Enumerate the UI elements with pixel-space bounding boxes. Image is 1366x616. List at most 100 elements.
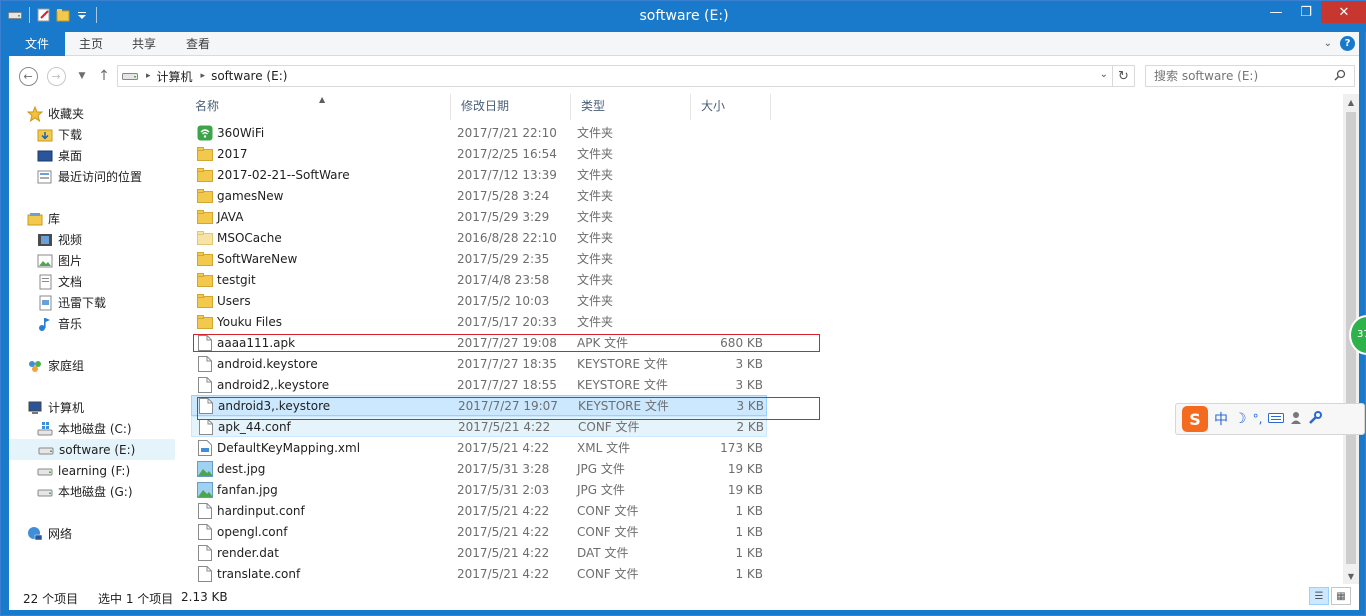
nav-downloads[interactable]: 下载 — [37, 124, 207, 145]
refresh-button[interactable]: ↻ — [1113, 65, 1135, 87]
file-date: 2017/5/21 4:22 — [457, 503, 550, 518]
content-area: 收藏夹 下载 桌面 最近访问的位置 库 视频 图片 文档 迅雷下载 音乐 家庭组… — [9, 94, 1359, 584]
address-bar[interactable]: ▸ 计算机 ▸ software (E:) ⌄ — [117, 65, 1113, 87]
forward-button[interactable]: → — [45, 65, 67, 87]
search-icon[interactable] — [1334, 69, 1346, 84]
file-row[interactable]: 360WiFi 2017/7/21 22:10 文件夹 — [185, 122, 785, 143]
maximize-button[interactable]: ❐ — [1291, 1, 1321, 23]
file-date: 2017/5/29 2:35 — [457, 251, 550, 266]
wrench-icon[interactable] — [1308, 410, 1323, 428]
search-input[interactable] — [1154, 69, 1334, 83]
file-name-cell: MSOCache — [197, 230, 282, 246]
file-row[interactable]: hardinput.conf 2017/5/21 4:22 CONF 文件 1 KB — [185, 500, 785, 521]
file-row[interactable]: dest.jpg 2017/5/31 3:28 JPG 文件 19 KB — [185, 458, 785, 479]
file-name-cell: translate.conf — [197, 565, 300, 582]
address-dropdown-icon[interactable]: ⌄ — [1100, 69, 1108, 80]
help-icon[interactable]: ? — [1340, 36, 1355, 51]
scroll-up-icon[interactable]: ▲ — [1343, 94, 1359, 110]
file-name-cell: android.keystore — [197, 355, 318, 372]
nav-computer[interactable]: 计算机 — [27, 397, 197, 418]
column-header-size[interactable]: 大小 — [691, 94, 771, 120]
file-row[interactable]: 2017 2017/2/25 16:54 文件夹 — [185, 143, 785, 164]
nav-videos[interactable]: 视频 — [37, 229, 207, 250]
up-button[interactable]: ↑ — [93, 65, 115, 87]
nav-drive-c[interactable]: 本地磁盘 (C:) — [37, 418, 207, 439]
ime-language-toggle[interactable]: 中 — [1214, 409, 1228, 429]
file-row[interactable]: android.keystore 2017/7/27 18:35 KEYSTORE … — [185, 353, 785, 374]
expand-ribbon-icon[interactable]: ⌄ — [1324, 38, 1332, 49]
file-name-cell: testgit — [197, 272, 256, 288]
column-header-name[interactable]: 名称 ▲ — [185, 94, 451, 120]
back-arrow-icon: ← — [18, 66, 38, 86]
library-icon — [27, 211, 43, 227]
column-header-type[interactable]: 类型 — [571, 94, 691, 120]
nav-libraries[interactable]: 库 — [27, 208, 197, 229]
back-button[interactable]: ← — [17, 65, 39, 87]
nav-drive-g[interactable]: 本地磁盘 (G:) — [37, 481, 207, 502]
folder-icon — [197, 146, 213, 162]
nav-label: 桌面 — [58, 149, 83, 163]
file-row[interactable]: 2017-02-21--SoftWare 2017/7/12 13:39 文件夹 — [185, 164, 785, 185]
tab-file[interactable]: 文件 — [9, 32, 65, 56]
close-button[interactable]: ✕ — [1321, 1, 1366, 23]
windows-drive-icon — [37, 421, 53, 437]
breadcrumb-software[interactable]: software (E:) — [211, 69, 287, 83]
minimize-button[interactable]: — — [1261, 1, 1291, 23]
file-date: 2017/5/31 2:03 — [457, 482, 550, 497]
file-name: SoftWareNew — [217, 251, 298, 266]
nav-drive-e[interactable]: software (E:) — [9, 439, 175, 460]
user-icon[interactable] — [1290, 411, 1302, 428]
file-row[interactable]: SoftWareNew 2017/5/29 2:35 文件夹 — [185, 248, 785, 269]
sort-ascending-icon: ▲ — [319, 95, 326, 104]
file-row[interactable]: JAVA 2017/5/29 3:29 文件夹 — [185, 206, 785, 227]
file-row[interactable]: Users 2017/5/2 10:03 文件夹 — [185, 290, 785, 311]
folder-icon — [197, 167, 213, 183]
file-row[interactable]: testgit 2017/4/8 23:58 文件夹 — [185, 269, 785, 290]
file-row[interactable]: DefaultKeyMapping.xml 2017/5/21 4:22 XML 文… — [185, 437, 785, 458]
selection-count: 选中 1 个项目 — [98, 592, 174, 606]
file-name: 2017-02-21--SoftWare — [217, 167, 350, 182]
file-row[interactable]: MSOCache 2016/8/28 22:10 文件夹 — [185, 227, 785, 248]
file-size: 19 KB — [727, 461, 763, 476]
recent-locations-button[interactable]: ▼ — [71, 65, 93, 87]
column-header-date[interactable]: 修改日期 — [451, 94, 571, 120]
sogou-logo-icon[interactable]: S — [1182, 406, 1208, 432]
punctuation-icon[interactable]: °, — [1253, 412, 1263, 426]
nav-documents[interactable]: 文档 — [37, 271, 207, 292]
moon-icon[interactable]: ☽ — [1234, 411, 1247, 427]
large-icons-view-icon[interactable]: ▦ — [1331, 587, 1351, 605]
file-row[interactable]: fanfan.jpg 2017/5/31 2:03 JPG 文件 19 KB — [185, 479, 785, 500]
file-row[interactable]: opengl.conf 2017/5/21 4:22 CONF 文件 1 KB — [185, 521, 785, 542]
breadcrumb-computer[interactable]: 计算机 — [157, 68, 193, 85]
breadcrumb-separator-icon[interactable]: ▸ — [146, 71, 151, 81]
nav-thunder-downloads[interactable]: 迅雷下载 — [37, 292, 207, 313]
nav-pictures[interactable]: 图片 — [37, 250, 207, 271]
breadcrumb-separator-icon[interactable]: ▸ — [201, 71, 206, 81]
nav-drive-f[interactable]: learning (F:) — [37, 460, 207, 481]
nav-music[interactable]: 音乐 — [37, 313, 207, 334]
tab-view[interactable]: 查看 — [177, 32, 219, 56]
file-size: 1 KB — [735, 524, 763, 539]
details-view-icon[interactable]: ☰ — [1309, 587, 1329, 605]
file-row[interactable]: Youku Files 2017/5/17 20:33 文件夹 — [185, 311, 785, 332]
nav-label: 图片 — [58, 254, 83, 268]
nav-network[interactable]: 网络 — [27, 523, 197, 544]
nav-label: 视频 — [58, 233, 83, 247]
keyboard-icon[interactable] — [1268, 412, 1285, 427]
file-row[interactable]: translate.conf 2017/5/21 4:22 CONF 文件 1 KB — [185, 563, 785, 584]
nav-homegroup[interactable]: 家庭组 — [27, 355, 197, 376]
desktop-icon — [37, 148, 53, 164]
tab-home[interactable]: 主页 — [71, 32, 111, 56]
file-icon — [197, 376, 213, 393]
tab-share[interactable]: 共享 — [123, 32, 165, 56]
file-row[interactable]: gamesNew 2017/5/28 3:24 文件夹 — [185, 185, 785, 206]
nav-favorites[interactable]: 收藏夹 — [27, 103, 197, 124]
search-box[interactable] — [1145, 65, 1355, 87]
scroll-down-icon[interactable]: ▼ — [1343, 568, 1359, 584]
file-row[interactable]: render.dat 2017/5/21 4:22 DAT 文件 1 KB — [185, 542, 785, 563]
nav-recent[interactable]: 最近访问的位置 — [37, 166, 207, 187]
file-row[interactable]: android2,.keystore 2017/7/27 18:55 KEYSTOR… — [185, 374, 785, 395]
nav-desktop[interactable]: 桌面 — [37, 145, 207, 166]
nav-label: 下载 — [58, 128, 83, 142]
file-type: 文件夹 — [577, 147, 614, 161]
